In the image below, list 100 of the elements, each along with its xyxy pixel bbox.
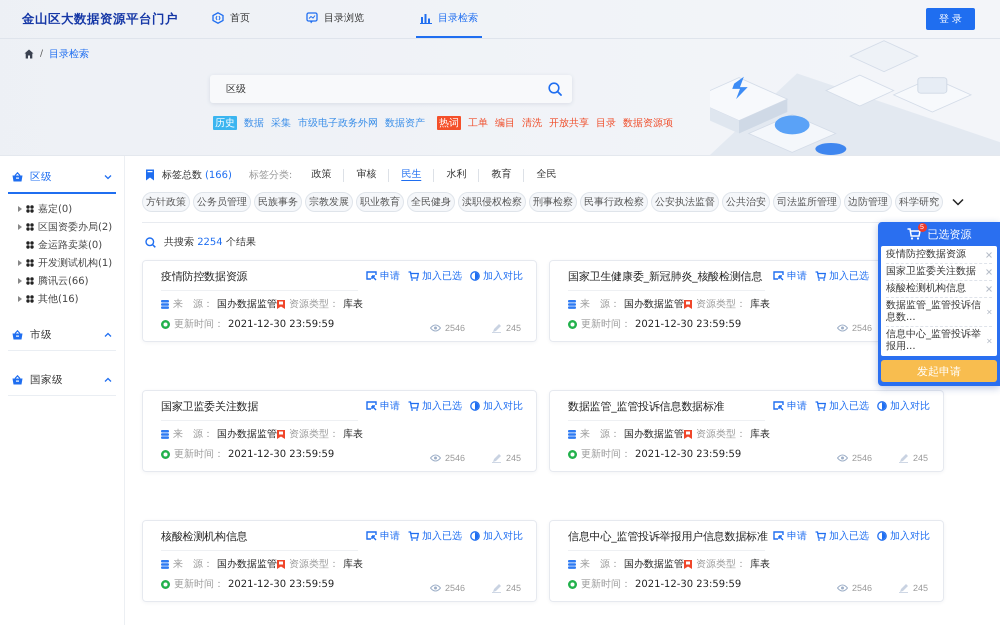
category-tab[interactable]: 教育 — [478, 168, 524, 182]
card-action[interactable]: 申请 — [366, 399, 400, 413]
tag-chip[interactable]: 司法监所管理 — [773, 192, 841, 212]
screen-arrow-icon — [773, 271, 784, 281]
card-action[interactable]: 申请 — [773, 399, 807, 413]
tag-chip[interactable]: 公共治安 — [722, 192, 770, 212]
breadcrumb-current[interactable]: 目录检索 — [49, 47, 90, 61]
nav-tab[interactable]: 目录浏览 — [302, 0, 368, 38]
tree-item[interactable]: 腾讯云(66) — [18, 274, 124, 288]
meta-label: 更新时间： — [174, 318, 224, 331]
category-tab[interactable]: 民生 — [388, 168, 434, 182]
tree-item[interactable]: 其他(16) — [18, 292, 124, 306]
selected-item[interactable]: 信息中心_监管投诉举报用... — [886, 329, 984, 353]
nav-tab[interactable]: 目录检索 — [416, 0, 482, 38]
level-tab[interactable]: 市级 — [8, 320, 116, 351]
tag-chip[interactable]: 科学研究 — [895, 192, 943, 212]
dots-icon — [26, 223, 34, 231]
tag-chip[interactable]: 边防管理 — [844, 192, 892, 212]
card-action[interactable]: 申请 — [366, 529, 400, 543]
selected-item[interactable]: 国家卫监委关注数据 — [886, 266, 976, 278]
meta-value: 库表 — [750, 428, 770, 441]
card-action[interactable]: 加入已选 — [408, 269, 462, 283]
card-stat: 2546 — [430, 323, 468, 333]
nav-tab[interactable]: 首页 — [208, 0, 254, 38]
search-field[interactable]: 区级 — [210, 75, 572, 103]
cart-icon — [408, 531, 419, 541]
tag-chip[interactable]: 方针政策 — [142, 192, 190, 212]
card-action[interactable]: 加入已选 — [815, 529, 869, 543]
tag-chip[interactable]: 民事行政检察 — [580, 192, 648, 212]
card-action[interactable]: 加入已选 — [815, 269, 869, 283]
card-action[interactable]: 加入对比 — [877, 399, 931, 413]
card-action[interactable]: 加入对比 — [470, 269, 524, 283]
eye-icon — [430, 584, 441, 592]
meta-value: 国办数据监管 — [217, 428, 277, 441]
category-tab[interactable]: 全民 — [523, 168, 568, 182]
card-stat: 245 — [899, 453, 931, 463]
bookmark-icon — [277, 300, 285, 308]
card-action[interactable]: 加入对比 — [470, 529, 524, 543]
search-icon[interactable] — [548, 82, 562, 96]
selected-item[interactable]: 疫情防控数据资源 — [886, 249, 966, 261]
card-title[interactable]: 国家卫生健康委_新冠肺炎_核酸检测信息 — [568, 269, 765, 291]
card-action[interactable]: 申请 — [773, 269, 807, 283]
tag-chip[interactable]: 民族事务 — [254, 192, 302, 212]
card-action[interactable]: 申请 — [366, 269, 400, 283]
tag-chip[interactable]: 公安执法监督 — [651, 192, 719, 212]
meta-label: 更新时间： — [581, 578, 631, 591]
card-action[interactable]: 加入对比 — [877, 529, 931, 543]
meta-value: 国办数据监管 — [217, 298, 277, 311]
card-action[interactable]: 加入对比 — [470, 399, 524, 413]
login-button[interactable]: 登 录 — [926, 8, 975, 30]
site-title: 金山区大数据资源平台门户 — [22, 10, 179, 28]
tree-item[interactable]: 开发测试机构(1) — [18, 256, 124, 270]
pencil-icon — [492, 453, 502, 463]
bookmark-icon — [277, 560, 285, 568]
half-circle-icon — [877, 401, 887, 411]
tag-chip[interactable]: 全民健身 — [407, 192, 455, 212]
card-action[interactable]: 加入已选 — [815, 399, 869, 413]
level-tab[interactable]: 国家级 — [8, 365, 116, 396]
tag-chip[interactable]: 职业教育 — [356, 192, 404, 212]
half-circle-icon — [470, 401, 480, 411]
meta-value: 2021-12-30 23:59:59 — [635, 578, 742, 590]
database-icon — [568, 300, 576, 308]
meta-value: 库表 — [750, 558, 770, 571]
card-action[interactable]: 申请 — [773, 529, 807, 543]
chevron-icon[interactable] — [952, 198, 964, 206]
tag-chip[interactable]: 宗教发展 — [305, 192, 353, 212]
card-stat: 245 — [492, 583, 524, 593]
tree-item[interactable]: 金运路卖菜(0) — [18, 238, 124, 252]
card-action[interactable]: 加入已选 — [408, 399, 462, 413]
card-title[interactable]: 信息中心_监管投诉举报用户信息数据标准 — [568, 529, 765, 551]
card-action[interactable]: 加入已选 — [408, 529, 462, 543]
selected-item[interactable]: 数据监管_监管投诉信息数... — [886, 300, 984, 324]
category-tab[interactable]: 政策 — [299, 168, 344, 182]
dots-icon — [26, 259, 34, 267]
database-icon — [161, 560, 169, 568]
card-title[interactable]: 国家卫监委关注数据 — [161, 399, 358, 421]
meta-label: 来 源： — [173, 428, 213, 441]
tree-item[interactable]: 嘉定(0) — [18, 202, 124, 216]
category-tab[interactable]: 审核 — [343, 168, 388, 182]
tree-item[interactable]: 区国资委办局(2) — [18, 220, 124, 234]
screen-arrow-icon — [366, 271, 377, 281]
pencil-icon — [899, 583, 909, 593]
bookmark-icon — [684, 300, 692, 308]
cart-icon[interactable] — [906, 228, 920, 240]
meta-label: 来 源： — [173, 298, 213, 311]
category-label: 标签分类: — [248, 168, 292, 182]
selected-item[interactable]: 核酸检测机构信息 — [886, 283, 966, 295]
tag-chip[interactable]: 渎职侵权检察 — [458, 192, 526, 212]
card-title[interactable]: 疫情防控数据资源 — [161, 269, 358, 291]
tag-chip[interactable]: 刑事检察 — [529, 192, 577, 212]
meta-label: 资源类型： — [289, 428, 339, 441]
level-tab[interactable]: 区级 — [8, 162, 116, 194]
tag-chip[interactable]: 公务员管理 — [193, 192, 251, 212]
bookmark-icon — [277, 430, 285, 438]
nav-label: 首页 — [230, 12, 250, 25]
card-title[interactable]: 数据监管_监管投诉信息数据标准 — [568, 399, 765, 421]
category-tab[interactable]: 水利 — [433, 168, 478, 182]
card-title[interactable]: 核酸检测机构信息 — [161, 529, 358, 551]
cart-icon — [815, 401, 826, 411]
home-icon[interactable] — [24, 49, 34, 59]
